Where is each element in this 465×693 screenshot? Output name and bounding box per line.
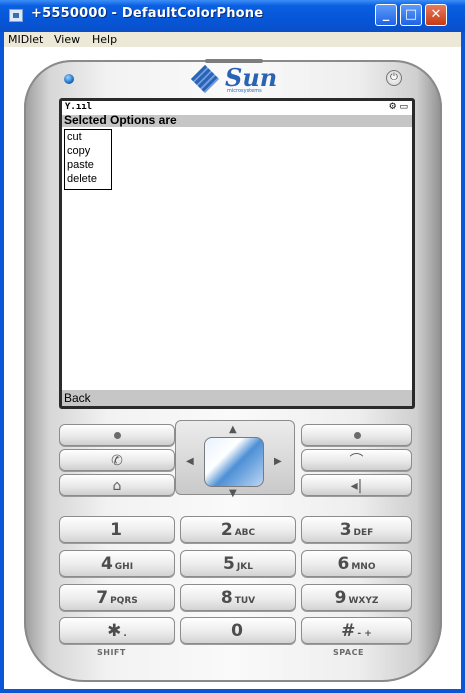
key-digit: 2	[220, 520, 233, 540]
nav-up-icon[interactable]: ▲	[229, 424, 237, 435]
nav-right-icon[interactable]: ▶	[274, 456, 282, 467]
key-letters: DEF	[353, 528, 374, 538]
key-letters: JKL	[236, 562, 253, 572]
hang-up-icon: ⌒	[349, 453, 364, 469]
soft-key-dot-icon	[353, 432, 361, 439]
key-digit: 4	[100, 554, 113, 574]
maximize-icon: □	[404, 7, 418, 22]
right-soft-key[interactable]	[301, 424, 412, 446]
led-indicator-icon	[64, 74, 74, 84]
sun-logo-icon	[190, 64, 220, 94]
key-star[interactable]: ✱.	[59, 617, 175, 644]
key-digit: #	[341, 621, 356, 641]
call-key[interactable]: ✆	[59, 449, 175, 471]
key-digit: 5	[223, 554, 235, 574]
power-button[interactable]: ⏻	[386, 70, 402, 86]
phone-screen: Ƴ.ııl ⚙ ▭ Selcted Options are cut copy p…	[62, 101, 412, 406]
key-6[interactable]: 6 MNO	[301, 550, 412, 577]
key-digit: ✱	[107, 621, 122, 641]
key-letters: GHI	[114, 562, 134, 572]
close-icon: ✕	[430, 7, 442, 22]
key-digit: 3	[339, 520, 352, 540]
menu-help[interactable]: Help	[92, 33, 117, 46]
signal-icon: Ƴ.ııl	[65, 102, 93, 112]
list-item[interactable]: paste	[65, 158, 111, 172]
clear-icon: ◂|	[350, 478, 363, 494]
window-title: +5550000 - DefaultColorPhone	[31, 6, 264, 21]
key-letters: PQRS	[110, 596, 138, 606]
space-label: SPACE	[333, 648, 364, 657]
window-frame-bottom	[0, 689, 465, 693]
home-icon: ⌂	[112, 478, 122, 494]
key-letters: WXYZ	[348, 596, 379, 606]
screen-title-bar: Selcted Options are	[62, 113, 412, 127]
soft-key-dot-icon	[114, 432, 121, 439]
window-titlebar[interactable]: +5550000 - DefaultColorPhone _ □ ✕	[0, 0, 465, 32]
menu-view[interactable]: View	[54, 33, 80, 46]
key-digit: 8	[220, 588, 233, 608]
maximize-button[interactable]: □	[400, 4, 422, 26]
phone-call-icon: ✆	[111, 453, 123, 469]
battery-icon: ⚙ ▭	[388, 102, 408, 112]
nav-left-icon[interactable]: ◀	[186, 456, 194, 467]
key-digit: 7	[96, 588, 109, 608]
key-7[interactable]: 7 PQRS	[59, 584, 175, 611]
key-digit: 6	[337, 554, 350, 574]
list-item[interactable]: copy	[65, 144, 111, 158]
close-button[interactable]: ✕	[425, 4, 447, 26]
key-4[interactable]: 4 GHI	[59, 550, 175, 577]
key-digit: 9	[334, 588, 347, 608]
options-list: cut copy paste delete	[64, 129, 112, 190]
end-key[interactable]: ⌒	[301, 449, 412, 471]
softkey-bar: Back	[62, 390, 412, 406]
key-letters: MNO	[351, 562, 376, 572]
key-digit: 0	[231, 621, 243, 641]
key-letters: .	[123, 629, 127, 639]
menubar: MIDlet View Help	[4, 32, 461, 47]
home-key[interactable]: ⌂	[59, 474, 175, 496]
minimize-button[interactable]: _	[375, 4, 397, 26]
nav-down-icon[interactable]: ▼	[229, 488, 237, 499]
list-item[interactable]: delete	[65, 172, 111, 186]
clear-key[interactable]: ◂|	[301, 474, 412, 496]
key-8[interactable]: 8 TUV	[180, 584, 296, 611]
power-icon: ⏻	[390, 72, 398, 83]
window-frame-right	[461, 32, 465, 693]
list-item[interactable]: cut	[65, 130, 111, 144]
menu-midlet[interactable]: MIDlet	[8, 33, 43, 46]
softkey-back-label[interactable]: Back	[64, 391, 91, 405]
key-letters: TUV	[234, 596, 256, 606]
left-soft-key[interactable]	[59, 424, 175, 446]
nav-select-button[interactable]	[204, 437, 264, 487]
key-2[interactable]: 2 ABC	[180, 516, 296, 543]
key-letters: - +	[357, 629, 372, 639]
key-5[interactable]: 5 JKL	[180, 550, 296, 577]
key-digit: 1	[110, 520, 122, 540]
key-hash[interactable]: # - +	[301, 617, 412, 644]
key-letters: ABC	[234, 528, 256, 538]
app-icon[interactable]	[9, 9, 23, 22]
key-3[interactable]: 3 DEF	[301, 516, 412, 543]
shift-label: SHIFT	[97, 648, 126, 657]
screen-title: Selcted Options are	[64, 113, 177, 127]
emulator-window: +5550000 - DefaultColorPhone _ □ ✕ MIDle…	[0, 0, 465, 693]
brand-subtitle: microsystems	[227, 88, 262, 94]
key-0[interactable]: 0	[180, 617, 296, 644]
sun-logo: Sun microsystems	[189, 63, 279, 94]
key-1[interactable]: 1	[59, 516, 175, 543]
key-9[interactable]: 9 WXYZ	[301, 584, 412, 611]
minimize-icon: _	[382, 7, 390, 22]
